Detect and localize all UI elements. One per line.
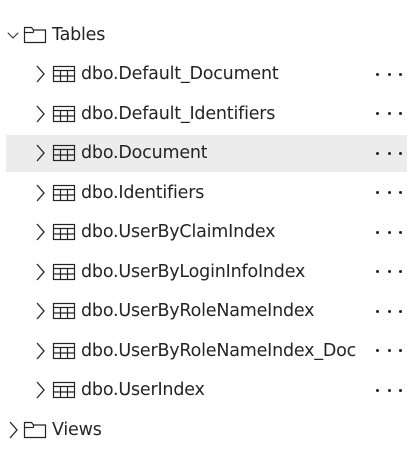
- table-icon: [52, 381, 76, 399]
- table-icon: [52, 263, 76, 281]
- tree-item-label: dbo.UserByRoleNameIndex_Doc: [81, 340, 357, 361]
- table-icon: [52, 302, 76, 320]
- table-icon: [52, 184, 76, 202]
- chevron-right-icon[interactable]: [34, 104, 46, 124]
- tree-item-table-dbo-default-identifiers[interactable]: dbo.Default_Identifiers: [0, 94, 416, 134]
- table-icon: [52, 65, 76, 83]
- tree-item-table-dbo-userbyclaimindex[interactable]: dbo.UserByClaimIndex: [0, 213, 416, 253]
- tree-item-table-dbo-default-document[interactable]: dbo.Default_Document: [0, 55, 416, 95]
- table-icon: [52, 144, 76, 162]
- more-options-icon[interactable]: [376, 224, 402, 240]
- table-icon: [52, 105, 76, 123]
- object-explorer-tree: Tables dbo.Default_Document dbo.Default_…: [0, 15, 416, 450]
- tree-item-table-dbo-userbylogininfoindex[interactable]: dbo.UserByLoginInfoIndex: [0, 252, 416, 292]
- tree-item-table-dbo-identifiers[interactable]: dbo.Identifiers: [0, 173, 416, 213]
- tree-folder-tables[interactable]: Tables: [0, 15, 416, 55]
- chevron-right-icon[interactable]: [34, 262, 46, 282]
- tree-item-label: dbo.Identifiers: [81, 182, 205, 203]
- more-options-icon[interactable]: [376, 343, 402, 359]
- tree-item-label: dbo.UserByRoleNameIndex: [81, 301, 315, 322]
- more-options-icon[interactable]: [376, 382, 402, 398]
- tree-item-label: dbo.Document: [81, 143, 208, 164]
- chevron-right-icon[interactable]: [34, 64, 46, 84]
- more-options-icon[interactable]: [376, 264, 402, 280]
- chevron-down-icon[interactable]: [7, 25, 19, 45]
- tree-folder-views[interactable]: Views: [0, 410, 416, 450]
- more-options-icon[interactable]: [376, 303, 402, 319]
- table-icon: [52, 223, 76, 241]
- folder-icon: [23, 421, 47, 439]
- tree-folder-label: Views: [52, 419, 102, 440]
- chevron-right-icon[interactable]: [7, 420, 19, 440]
- chevron-right-icon[interactable]: [34, 380, 46, 400]
- chevron-right-icon[interactable]: [34, 222, 46, 242]
- chevron-right-icon[interactable]: [34, 183, 46, 203]
- tree-item-label: dbo.UserByLoginInfoIndex: [81, 261, 306, 282]
- chevron-right-icon[interactable]: [34, 341, 46, 361]
- more-options-icon[interactable]: [376, 185, 402, 201]
- more-options-icon[interactable]: [376, 66, 402, 82]
- chevron-right-icon[interactable]: [34, 301, 46, 321]
- chevron-right-icon[interactable]: [34, 143, 46, 163]
- tree-item-label: dbo.UserIndex: [81, 380, 205, 401]
- tree-item-label: dbo.Default_Document: [81, 64, 279, 85]
- tree-item-label: dbo.UserByClaimIndex: [81, 222, 276, 243]
- folder-icon: [23, 26, 47, 44]
- tree-item-label: dbo.Default_Identifiers: [81, 103, 276, 124]
- tree-item-table-dbo-userbyrolenameindex-doc[interactable]: dbo.UserByRoleNameIndex_Doc: [0, 331, 416, 371]
- tree-item-table-dbo-userindex[interactable]: dbo.UserIndex: [0, 371, 416, 411]
- tree-folder-label: Tables: [52, 24, 106, 45]
- more-options-icon[interactable]: [376, 106, 402, 122]
- more-options-icon[interactable]: [376, 145, 402, 161]
- tree-item-table-dbo-userbyrolenameindex[interactable]: dbo.UserByRoleNameIndex: [0, 292, 416, 332]
- table-icon: [52, 342, 76, 360]
- tree-item-table-dbo-document[interactable]: dbo.Document: [0, 134, 416, 174]
